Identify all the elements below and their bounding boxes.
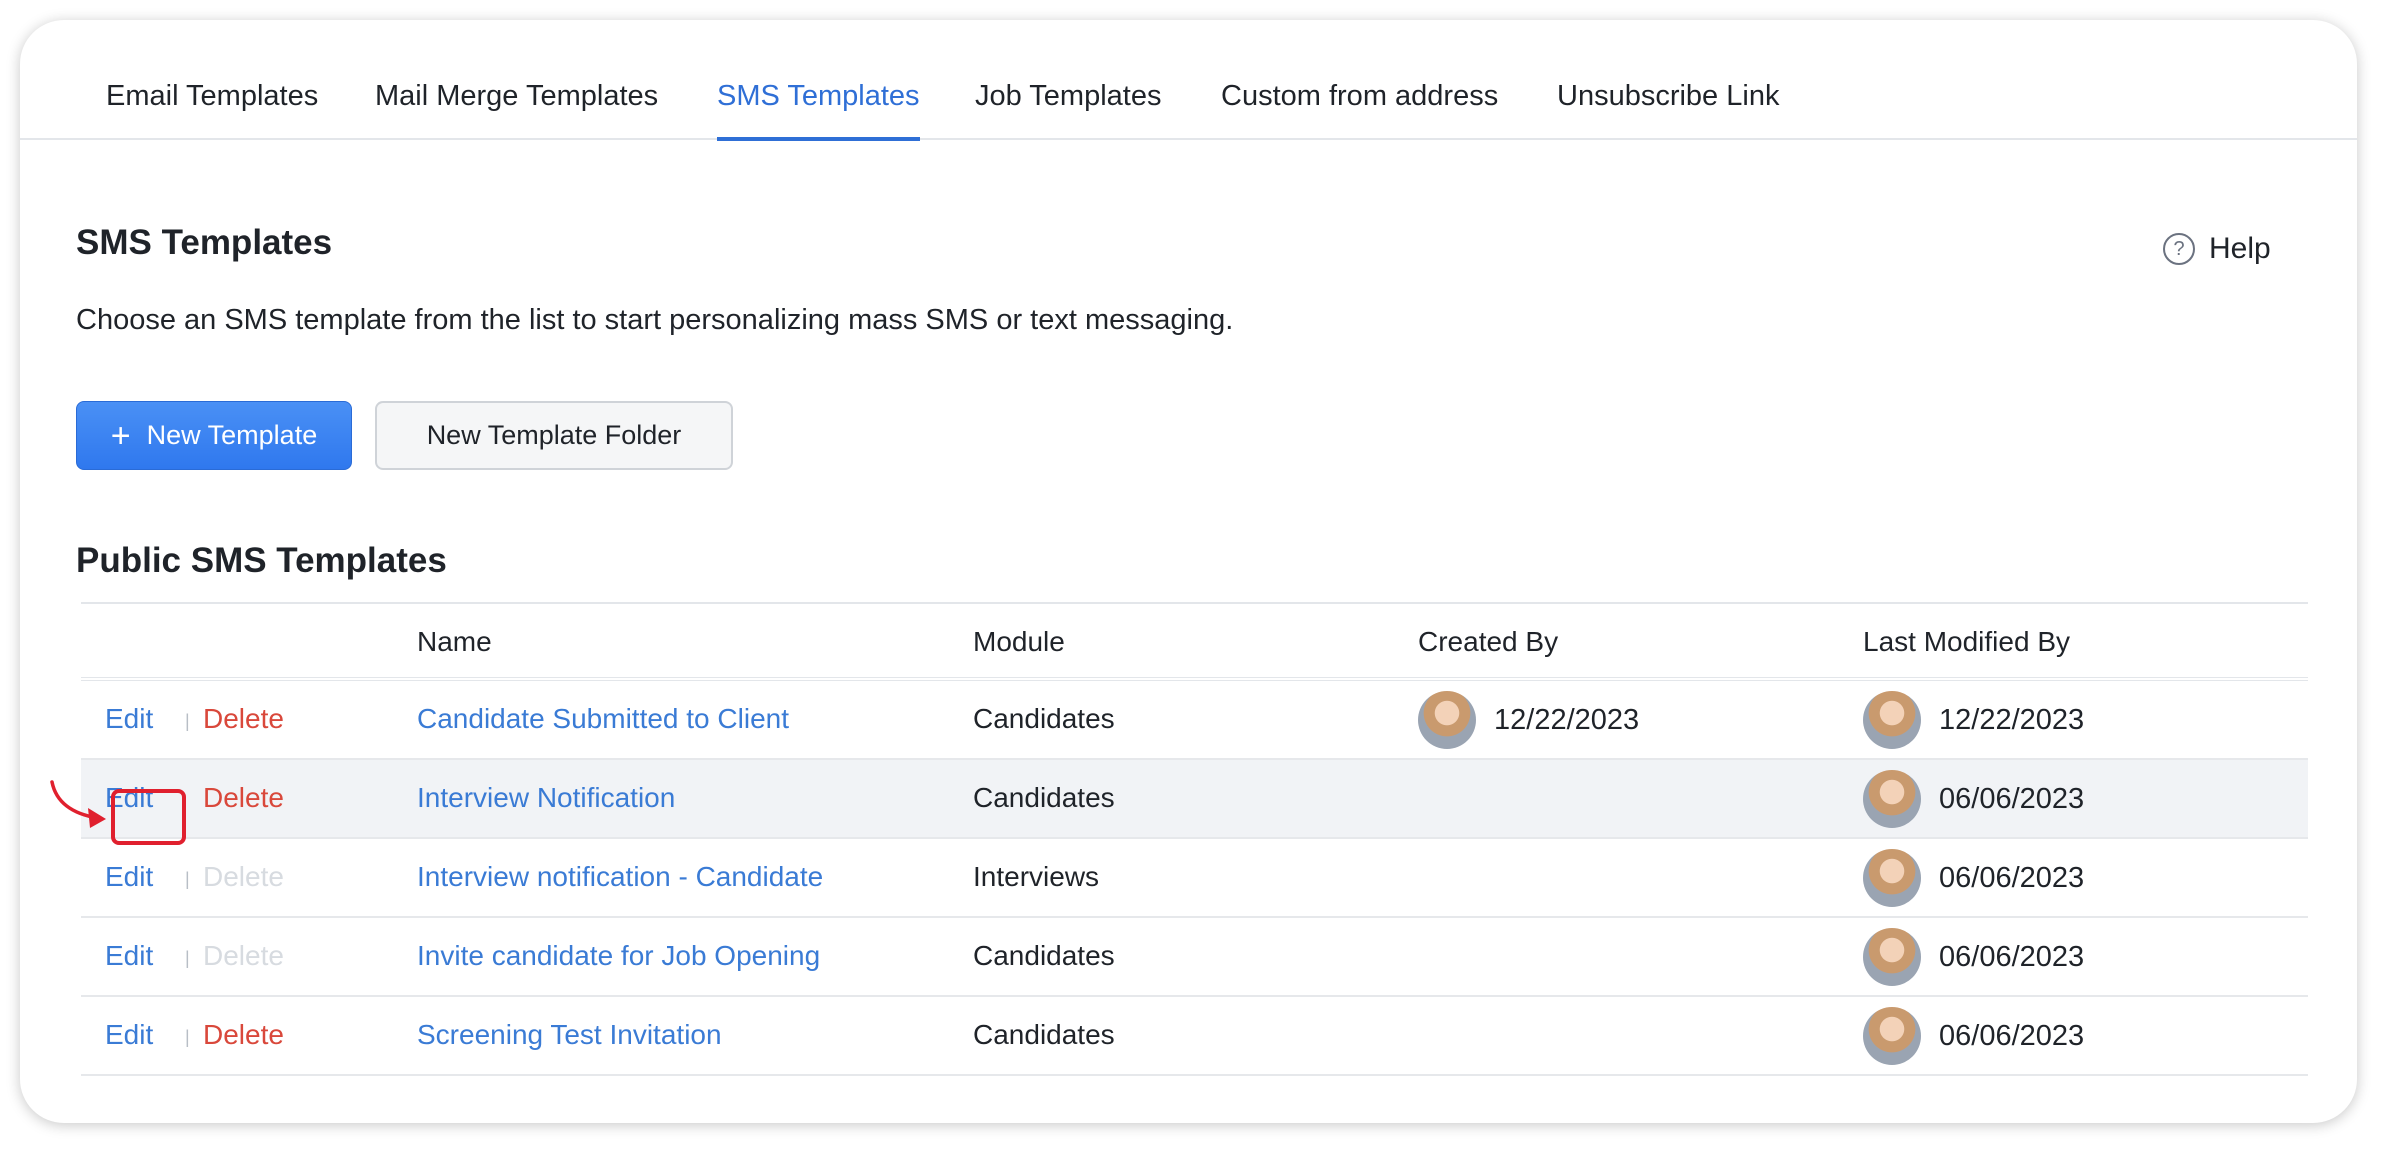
settings-card: Email Templates Mail Merge Templates SMS… bbox=[20, 20, 2357, 1123]
edit-link[interactable]: Edit bbox=[105, 861, 153, 893]
tab-bar: Email Templates Mail Merge Templates SMS… bbox=[20, 20, 2357, 141]
template-name-link[interactable]: Invite candidate for Job Opening bbox=[417, 940, 820, 972]
template-name-link[interactable]: Interview Notification bbox=[417, 782, 675, 814]
created-date: 12/22/2023 bbox=[1494, 703, 1640, 736]
template-name-link[interactable]: Candidate Submitted to Client bbox=[417, 703, 789, 735]
annotation-arrow-icon bbox=[50, 780, 106, 828]
last-modified-cell: 06/06/2023 bbox=[1863, 928, 2084, 986]
table-row: Edit | Delete Screening Test Invitation … bbox=[81, 997, 2308, 1076]
new-template-button[interactable]: + New Template bbox=[76, 401, 352, 470]
table-row: Edit | Delete Candidate Submitted to Cli… bbox=[81, 681, 2308, 760]
action-separator: | bbox=[185, 869, 190, 889]
page-title: SMS Templates bbox=[76, 223, 333, 262]
tab-custom-from-address[interactable]: Custom from address bbox=[1221, 80, 1498, 137]
avatar bbox=[1863, 691, 1921, 749]
module-cell: Candidates bbox=[973, 703, 1115, 734]
template-name-link[interactable]: Interview notification - Candidate bbox=[417, 861, 823, 893]
avatar bbox=[1863, 770, 1921, 828]
plus-icon: + bbox=[110, 416, 131, 455]
tab-job-templates[interactable]: Job Templates bbox=[975, 80, 1161, 137]
modified-date: 06/06/2023 bbox=[1939, 861, 2085, 894]
modified-date: 06/06/2023 bbox=[1939, 940, 2085, 973]
table-row: Edit | Delete Invite candidate for Job O… bbox=[81, 918, 2308, 997]
column-header-name[interactable]: Name bbox=[417, 626, 492, 658]
modified-date: 06/06/2023 bbox=[1939, 1019, 2085, 1052]
new-template-folder-button[interactable]: New Template Folder bbox=[375, 401, 733, 470]
delete-link-disabled: Delete bbox=[203, 861, 284, 892]
column-header-last-modified-by[interactable]: Last Modified By bbox=[1863, 626, 2070, 658]
annotation-highlight-box bbox=[111, 789, 186, 845]
edit-link[interactable]: Edit bbox=[105, 703, 153, 735]
avatar bbox=[1418, 691, 1476, 749]
edit-link[interactable]: Edit bbox=[105, 940, 153, 972]
help-link[interactable]: ? Help bbox=[2163, 232, 2271, 266]
created-by-cell: 12/22/2023 bbox=[1418, 691, 1639, 749]
module-cell: Candidates bbox=[973, 1019, 1115, 1050]
module-cell: Interviews bbox=[973, 861, 1100, 892]
last-modified-cell: 06/06/2023 bbox=[1863, 770, 2084, 828]
last-modified-cell: 06/06/2023 bbox=[1863, 1007, 2084, 1065]
question-circle-icon: ? bbox=[2163, 233, 2195, 265]
page-description: Choose an SMS template from the list to … bbox=[76, 304, 1234, 336]
modified-date: 12/22/2023 bbox=[1939, 703, 2085, 736]
module-cell: Candidates bbox=[973, 940, 1115, 971]
table-header: Name Module Created By Last Modified By bbox=[81, 604, 2308, 681]
action-separator: | bbox=[185, 1027, 190, 1047]
action-separator: | bbox=[185, 711, 190, 731]
template-name-link[interactable]: Screening Test Invitation bbox=[417, 1019, 722, 1051]
last-modified-cell: 06/06/2023 bbox=[1863, 849, 2084, 907]
tab-unsubscribe-link[interactable]: Unsubscribe Link bbox=[1557, 80, 1779, 137]
avatar bbox=[1863, 1007, 1921, 1065]
avatar bbox=[1863, 928, 1921, 986]
delete-link[interactable]: Delete bbox=[203, 782, 284, 814]
column-header-module[interactable]: Module bbox=[973, 626, 1065, 658]
new-template-label: New Template bbox=[146, 420, 318, 450]
delete-link[interactable]: Delete bbox=[203, 703, 284, 735]
tab-sms-templates[interactable]: SMS Templates bbox=[717, 80, 920, 141]
table-row: Edit Delete Interview Notification Candi… bbox=[81, 760, 2308, 839]
tab-email-templates[interactable]: Email Templates bbox=[106, 80, 318, 137]
modified-date: 06/06/2023 bbox=[1939, 782, 2085, 815]
action-separator: | bbox=[185, 948, 190, 968]
delete-link-disabled: Delete bbox=[203, 940, 284, 971]
edit-link[interactable]: Edit bbox=[105, 1019, 153, 1051]
templates-table: Name Module Created By Last Modified By … bbox=[81, 602, 2308, 1076]
table-row: Edit | Delete Interview notification - C… bbox=[81, 839, 2308, 918]
delete-link[interactable]: Delete bbox=[203, 1019, 284, 1051]
help-label: Help bbox=[2209, 232, 2271, 265]
column-header-created-by[interactable]: Created By bbox=[1418, 626, 1558, 658]
module-cell: Candidates bbox=[973, 782, 1115, 813]
tab-mail-merge-templates[interactable]: Mail Merge Templates bbox=[375, 80, 658, 137]
last-modified-cell: 12/22/2023 bbox=[1863, 691, 2084, 749]
section-title: Public SMS Templates bbox=[76, 541, 447, 580]
avatar bbox=[1863, 849, 1921, 907]
